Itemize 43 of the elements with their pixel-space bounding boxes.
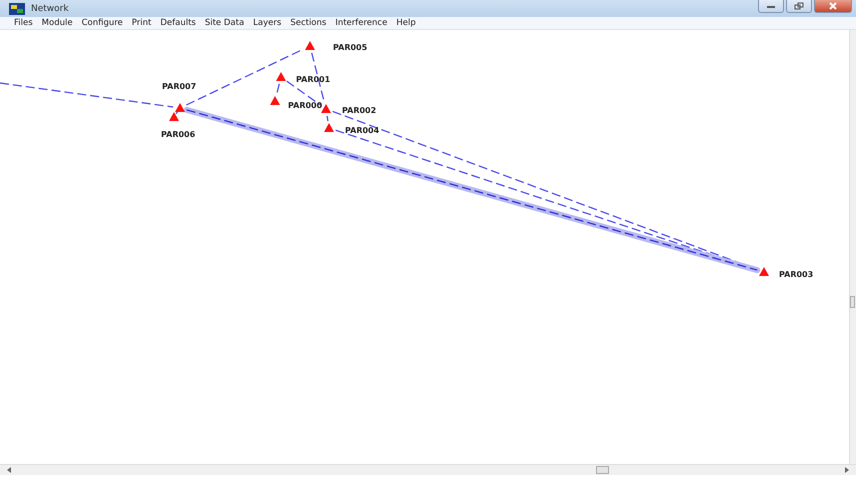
- vertical-scrollbar[interactable]: [849, 30, 856, 464]
- site-marker[interactable]: [175, 103, 185, 112]
- horizontal-scrollbar[interactable]: [0, 464, 856, 475]
- site-marker[interactable]: [324, 123, 334, 132]
- minimize-icon: [766, 3, 776, 9]
- menu-item[interactable]: Help: [396, 18, 416, 28]
- site-marker[interactable]: [270, 96, 280, 105]
- menu-item[interactable]: Layers: [253, 18, 282, 28]
- site-label: PAR001: [296, 75, 330, 84]
- link-line[interactable]: [276, 84, 280, 94]
- site-label: PAR007: [162, 82, 196, 91]
- site-label: PAR004: [345, 126, 380, 135]
- scroll-thumb[interactable]: [850, 296, 855, 308]
- site-marker[interactable]: [759, 267, 769, 276]
- close-icon: [828, 2, 838, 10]
- restore-icon: [794, 2, 804, 10]
- site-label: PAR005: [333, 43, 368, 52]
- site-label: PAR003: [779, 270, 814, 279]
- site-label: PAR006: [161, 130, 196, 139]
- restore-button[interactable]: [786, 0, 812, 13]
- menu-item[interactable]: Print: [132, 18, 152, 28]
- site-label: PAR002: [342, 106, 376, 115]
- site-marker[interactable]: [305, 41, 315, 50]
- scroll-thumb[interactable]: [596, 466, 609, 474]
- menu-item[interactable]: Sections: [290, 18, 326, 28]
- site-marker[interactable]: [276, 72, 286, 81]
- minimize-button[interactable]: [758, 0, 784, 13]
- menu-item[interactable]: Interference: [335, 18, 388, 28]
- menu-item[interactable]: Files: [14, 18, 33, 28]
- scroll-left-icon[interactable]: [6, 467, 12, 473]
- menu-item[interactable]: Module: [42, 18, 73, 28]
- menu-item[interactable]: Site Data: [204, 18, 244, 28]
- app-icon: [9, 2, 25, 14]
- site-marker[interactable]: [321, 104, 331, 113]
- window-title: Network: [31, 4, 69, 14]
- link-line[interactable]: [326, 116, 328, 122]
- close-button[interactable]: [814, 0, 852, 13]
- menu-item[interactable]: Configure: [82, 18, 123, 28]
- link-line[interactable]: [176, 110, 178, 114]
- site-label: PAR000: [288, 101, 322, 110]
- site-marker[interactable]: [169, 112, 179, 121]
- menu-item[interactable]: Defaults: [160, 18, 196, 28]
- scroll-right-icon[interactable]: [844, 467, 850, 473]
